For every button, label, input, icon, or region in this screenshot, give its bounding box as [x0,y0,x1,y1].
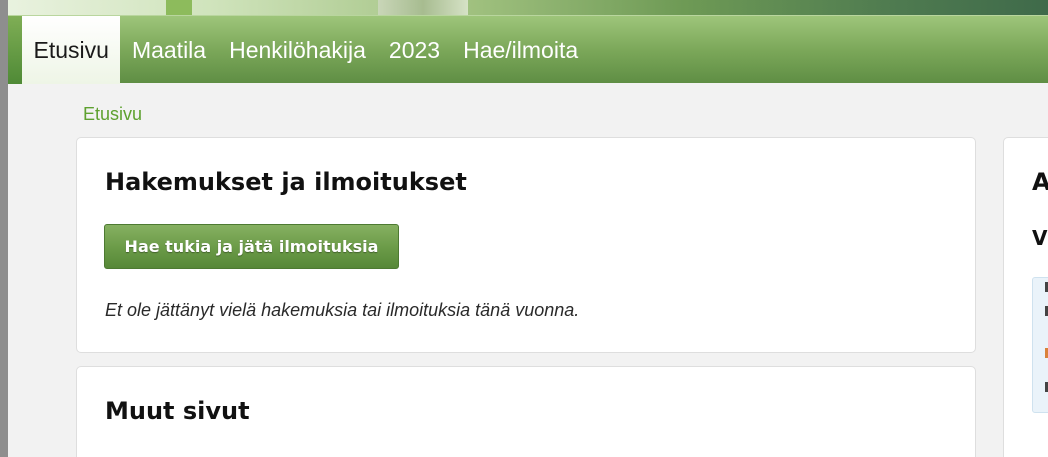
nav-item-maatila[interactable]: Maatila [120,16,217,84]
nav-item-henkilohakija[interactable]: Henkilöhakija [218,16,378,84]
page: Etusivu Maatila Henkilöhakija 2023 Hae/i… [0,0,1048,457]
window-edge [0,0,8,457]
nav-item-year[interactable]: 2023 [377,16,451,84]
nav-item-hae-ilmoita[interactable]: Hae/ilmoita [452,16,590,84]
header-banner-image [8,0,1048,15]
empty-applications-message: Et ole jättänyt vielä hakemuksia tai ilm… [105,300,580,320]
banner-leaf-shape [166,0,192,15]
side-panel-subtitle: Vi [1032,226,1048,250]
other-pages-title: Muut sivut [105,397,250,425]
banner-pattern-shape [378,0,468,15]
nav-items: Etusivu Maatila Henkilöhakija 2023 Hae/i… [22,16,590,84]
apply-button[interactable]: Hae tukia ja jätä ilmoituksia [104,224,399,269]
nav-item-etusivu[interactable]: Etusivu [22,16,121,84]
nav-edge [8,16,22,84]
other-pages-card: Muut sivut [76,366,976,457]
applications-title: Hakemukset ja ilmoitukset [105,168,467,196]
side-info-box [1032,277,1048,413]
applications-card: Hakemukset ja ilmoitukset Hae tukia ja j… [76,137,976,353]
side-panel-title: A [1032,168,1048,196]
side-panel-card: A Vi [1003,137,1048,457]
breadcrumb-link-etusivu[interactable]: Etusivu [83,104,142,125]
main-nav: Etusivu Maatila Henkilöhakija 2023 Hae/i… [8,15,1048,84]
